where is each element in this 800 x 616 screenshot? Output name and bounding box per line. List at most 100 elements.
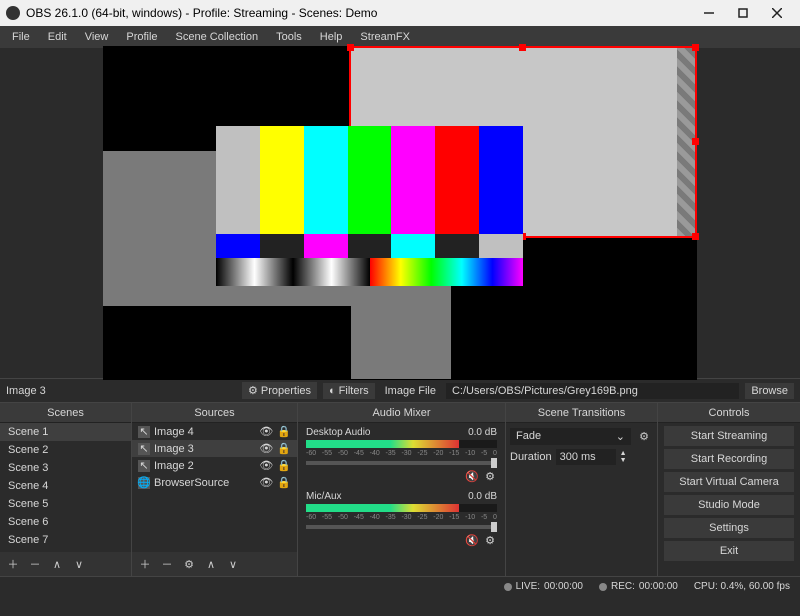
source-item[interactable]: ↖ Image 4 👁 🔒 <box>132 423 297 440</box>
source-item[interactable]: 🌐BrowserSource👁🔒 <box>132 474 297 491</box>
start-virtual-camera-button[interactable]: Start Virtual Camera <box>664 472 794 492</box>
lock-toggle[interactable]: 🔒 <box>277 459 291 472</box>
move-source-down-button[interactable]: ∨ <box>224 555 242 573</box>
scenes-header: Scenes <box>0 403 131 423</box>
move-source-up-button[interactable]: ∧ <box>202 555 220 573</box>
source-label: Image 2 <box>154 460 255 472</box>
source-label: Image 3 <box>154 443 255 455</box>
mixer-channel: Desktop Audio0.0 dB-60-55-50-45-40-35-30… <box>298 423 505 487</box>
resize-handle[interactable] <box>347 44 354 51</box>
mixer-channel: Mic/Aux0.0 dB-60-55-50-45-40-35-30-25-20… <box>298 487 505 551</box>
scene-item[interactable]: Scene 6 <box>0 513 131 531</box>
rec-indicator-icon <box>599 583 607 591</box>
transition-settings-button[interactable]: ⚙ <box>635 427 653 445</box>
source-image2b[interactable] <box>351 282 451 379</box>
lock-toggle[interactable]: 🔒 <box>277 425 291 438</box>
scene-item[interactable]: Scene 1 <box>0 423 131 441</box>
mute-button[interactable]: 🔇 <box>465 469 479 483</box>
visibility-toggle[interactable]: 👁 <box>259 442 273 455</box>
scene-item[interactable]: Scene 2 <box>0 441 131 459</box>
menu-view[interactable]: View <box>77 29 117 45</box>
resize-handle[interactable] <box>692 138 699 145</box>
studio-mode-button[interactable]: Studio Mode <box>664 495 794 515</box>
sources-panel: Sources ↖Image 4👁🔒↖Image 3👁🔒↖Image 2👁🔒🌐B… <box>132 403 298 576</box>
resize-handle[interactable] <box>692 233 699 240</box>
start-recording-button[interactable]: Start Recording <box>664 449 794 469</box>
duration-up[interactable]: ▲ <box>620 450 627 457</box>
globe-icon: 🌐 <box>138 477 150 489</box>
visibility-toggle[interactable]: 👁 <box>259 476 273 489</box>
image-file-label: Image File <box>381 385 440 397</box>
selected-source-label: Image 3 <box>6 385 236 397</box>
close-button[interactable] <box>760 0 794 26</box>
properties-button[interactable]: ⚙Properties <box>242 382 317 399</box>
scene-item[interactable]: Scene 3 <box>0 459 131 477</box>
volume-slider[interactable] <box>306 461 497 465</box>
cpu-status: CPU: 0.4%, 60.00 fps <box>694 581 790 592</box>
minimize-button[interactable] <box>692 0 726 26</box>
source-toolbar: Image 3 ⚙Properties ◐Filters Image File … <box>0 378 800 402</box>
settings-button[interactable]: Settings <box>664 518 794 538</box>
controls-panel: Controls Start Streaming Start Recording S… <box>658 403 800 576</box>
filters-button[interactable]: ◐Filters <box>323 383 375 399</box>
visibility-toggle[interactable]: 👁 <box>259 459 273 472</box>
resize-handle[interactable] <box>692 44 699 51</box>
gear-icon: ⚙ <box>248 384 258 397</box>
move-scene-down-button[interactable]: ∨ <box>70 555 88 573</box>
transitions-panel: Scene Transitions Fade⌄ ⚙ Duration 300 m… <box>506 403 658 576</box>
controls-header: Controls <box>658 403 800 423</box>
lock-toggle[interactable]: 🔒 <box>277 442 291 455</box>
menu-file[interactable]: File <box>4 29 38 45</box>
statusbar: LIVE:00:00:00 REC:00:00:00 CPU: 0.4%, 60… <box>0 576 800 596</box>
chevron-down-icon: ⌄ <box>616 430 625 443</box>
menu-profile[interactable]: Profile <box>118 29 165 45</box>
sources-header: Sources <box>132 403 297 423</box>
image-icon: ↖ <box>138 426 150 438</box>
channel-name: Desktop Audio <box>306 427 371 438</box>
exit-button[interactable]: Exit <box>664 541 794 561</box>
app-icon <box>6 6 20 20</box>
image-file-path[interactable]: C:/Users/OBS/Pictures/Grey169B.png <box>446 383 739 399</box>
titlebar: OBS 26.1.0 (64-bit, windows) - Profile: … <box>0 0 800 26</box>
window-title: OBS 26.1.0 (64-bit, windows) - Profile: … <box>26 6 692 20</box>
scene-item[interactable]: Scene 4 <box>0 477 131 495</box>
menu-edit[interactable]: Edit <box>40 29 75 45</box>
visibility-toggle[interactable]: 👁 <box>259 425 273 438</box>
menu-streamfx[interactable]: StreamFX <box>352 29 418 45</box>
scene-item[interactable]: Scene 7 <box>0 531 131 549</box>
remove-source-button[interactable]: － <box>158 555 176 573</box>
source-colorbars[interactable] <box>216 126 523 286</box>
source-item[interactable]: ↖ Image 3 👁 🔒 <box>132 440 297 457</box>
duration-input[interactable]: 300 ms <box>556 449 616 465</box>
volume-slider[interactable] <box>306 525 497 529</box>
channel-name: Mic/Aux <box>306 491 342 502</box>
source-item[interactable]: ↖Image 2👁🔒 <box>132 457 297 474</box>
channel-settings-button[interactable]: ⚙ <box>483 469 497 483</box>
audio-meter <box>306 440 497 448</box>
channel-settings-button[interactable]: ⚙ <box>483 533 497 547</box>
move-scene-up-button[interactable]: ∧ <box>48 555 66 573</box>
add-scene-button[interactable]: ＋ <box>4 555 22 573</box>
scenes-panel: Scenes Scene 1Scene 2Scene 3Scene 4Scene… <box>0 403 132 576</box>
resize-handle[interactable] <box>519 44 526 51</box>
preview-canvas <box>103 46 697 380</box>
add-source-button[interactable]: ＋ <box>136 555 154 573</box>
remove-scene-button[interactable]: － <box>26 555 44 573</box>
menu-scene-collection[interactable]: Scene Collection <box>168 29 267 45</box>
transition-select[interactable]: Fade⌄ <box>510 428 631 445</box>
lock-toggle[interactable]: 🔒 <box>277 476 291 489</box>
scene-item[interactable]: Scene 5 <box>0 495 131 513</box>
source-label: Image 4 <box>154 426 255 438</box>
maximize-button[interactable] <box>726 0 760 26</box>
image-icon: ↖ <box>138 443 150 455</box>
browse-button[interactable]: Browse <box>745 383 794 399</box>
preview-area[interactable] <box>0 48 800 378</box>
menu-tools[interactable]: Tools <box>268 29 310 45</box>
duration-label: Duration <box>510 451 552 463</box>
menu-help[interactable]: Help <box>312 29 351 45</box>
mute-button[interactable]: 🔇 <box>465 533 479 547</box>
start-streaming-button[interactable]: Start Streaming <box>664 426 794 446</box>
audio-mixer-panel: Audio Mixer Desktop Audio0.0 dB-60-55-50… <box>298 403 506 576</box>
source-settings-button[interactable]: ⚙ <box>180 555 198 573</box>
duration-down[interactable]: ▼ <box>620 457 627 464</box>
